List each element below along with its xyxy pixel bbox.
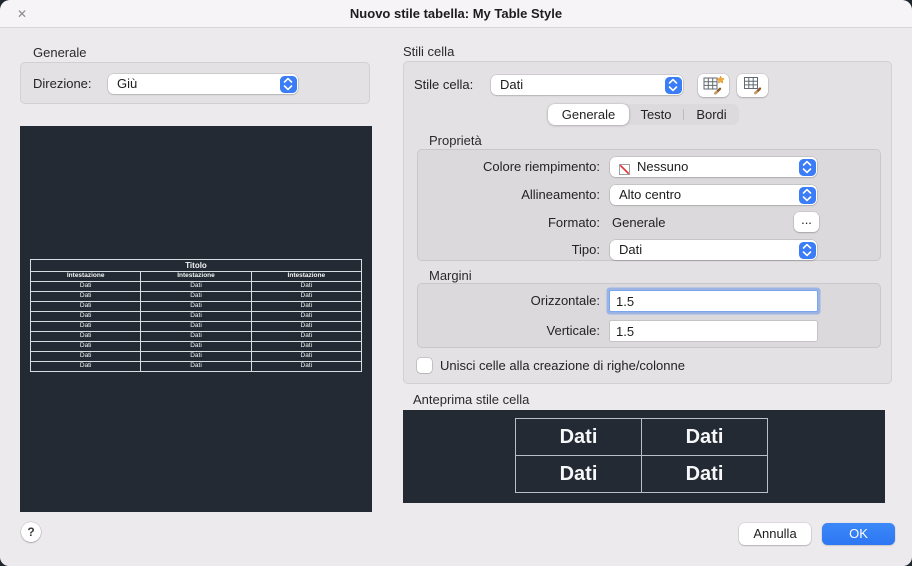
type-label: Tipo: (571, 242, 600, 257)
horizontal-margin-label: Orizzontale: (530, 293, 600, 308)
merge-cells-checkbox[interactable] (417, 358, 432, 373)
vertical-margin-label: Verticale: (546, 323, 600, 338)
preview-cell: Dati (250, 301, 363, 312)
dropdown-stepper-icon (664, 76, 682, 94)
fill-color-dropdown[interactable]: Nessuno (610, 157, 817, 177)
margins-group-box: Orizzontale: Verticale: (417, 283, 881, 348)
properties-group-box: Colore riempimento: Nessuno Allineamento… (417, 149, 881, 261)
preview-cell: Dati (29, 361, 142, 372)
cell-styles-group-box: Stile cella: Dati Generale Testo Bordi P… (403, 61, 892, 384)
preview-cell: Dati (250, 361, 363, 372)
preview-cell: Dati (29, 281, 142, 292)
preview-cell: Dati (641, 418, 768, 456)
dropdown-stepper-icon (798, 186, 816, 204)
cell-style-dropdown[interactable]: Dati (491, 75, 683, 95)
fill-color-label: Colore riempimento: (482, 159, 600, 174)
preview-cell: Dati (250, 341, 363, 352)
alignment-value: Alto centro (619, 187, 682, 202)
preview-cell: Dati (641, 455, 768, 493)
vertical-margin-input[interactable] (610, 321, 817, 341)
tab-testo[interactable]: Testo (629, 104, 683, 125)
manage-table-style-icon (743, 77, 761, 95)
preview-cell: Dati (29, 351, 142, 362)
alignment-label: Allineamento: (521, 187, 600, 202)
dropdown-stepper-icon (798, 158, 816, 176)
preview-cell: Dati (250, 321, 363, 332)
preview-cell: Dati (250, 331, 363, 342)
help-button[interactable]: ? (21, 522, 41, 542)
preview-cell: Dati (140, 311, 252, 322)
cell-style-label: Stile cella: (414, 77, 474, 92)
merge-cells-label: Unisci celle alla creazione di righe/col… (440, 358, 685, 373)
format-options-button[interactable]: ... (794, 212, 819, 232)
cancel-button[interactable]: Annulla (739, 523, 811, 545)
format-label: Formato: (547, 215, 600, 230)
manage-cell-styles-button[interactable] (737, 74, 768, 97)
tab-generale[interactable]: Generale (548, 104, 629, 125)
none-color-swatch-icon (619, 161, 630, 175)
title-bar: ✕ Nuovo stile tabella: My Table Style (0, 0, 912, 28)
table-style-preview: Titolo Intestazione Intestazione Intestazio… (20, 126, 372, 512)
preview-cell: Dati (140, 351, 252, 362)
preview-cell: Dati (29, 341, 142, 352)
preview-cell: Dati (250, 351, 363, 362)
dropdown-stepper-icon (279, 75, 297, 93)
direction-dropdown[interactable]: Giù (108, 74, 298, 94)
new-table-style-icon (703, 75, 725, 95)
new-cell-style-button[interactable] (698, 74, 729, 97)
preview-cell: Dati (29, 311, 142, 322)
cell-preview-label: Anteprima stile cella (413, 392, 530, 407)
type-value: Dati (619, 242, 643, 257)
preview-cell: Dati (515, 418, 642, 456)
preview-cell: Dati (140, 361, 252, 372)
preview-cell: Dati (29, 291, 142, 302)
dropdown-stepper-icon (798, 241, 816, 259)
margins-group-label: Margini (429, 268, 472, 283)
preview-cell: Dati (515, 455, 642, 493)
direction-label: Direzione: (33, 76, 92, 91)
tab-bordi[interactable]: Bordi (684, 104, 739, 125)
preview-cell: Dati (250, 311, 363, 322)
preview-cell: Dati (140, 281, 252, 292)
ok-button[interactable]: OK (822, 523, 895, 545)
preview-cell: Dati (29, 321, 142, 332)
preview-cell: Dati (140, 331, 252, 342)
preview-cell: Dati (140, 341, 252, 352)
cell-style-preview: Dati Dati Dati Dati (403, 410, 885, 503)
preview-cell: Dati (140, 301, 252, 312)
cell-style-value: Dati (500, 77, 524, 92)
cell-style-preview-table: Dati Dati Dati Dati (515, 418, 768, 493)
fill-color-value: Nessuno (637, 159, 689, 174)
preview-cell: Intestazione (29, 271, 142, 282)
type-dropdown[interactable]: Dati (610, 240, 817, 260)
preview-cell: Dati (140, 291, 252, 302)
preview-cell: Intestazione (250, 271, 363, 282)
new-table-style-dialog: ✕ Nuovo stile tabella: My Table Style Ge… (0, 0, 912, 566)
preview-cell: Titolo (30, 259, 362, 272)
preview-cell: Dati (250, 291, 363, 302)
general-group-label: Generale (33, 45, 87, 60)
preview-cell: Dati (140, 321, 252, 332)
properties-group-label: Proprietà (429, 133, 482, 148)
horizontal-margin-input[interactable] (610, 291, 817, 311)
preview-cell: Intestazione (140, 271, 252, 282)
cell-style-tabs: Generale Testo Bordi (548, 104, 739, 125)
cell-styles-group-label: Stili cella (403, 44, 455, 59)
direction-value: Giù (117, 76, 138, 91)
format-value: Generale (612, 215, 666, 230)
general-group-box: Direzione: Giù (20, 62, 370, 104)
preview-cell: Dati (29, 301, 142, 312)
table-style-preview-table: Titolo Intestazione Intestazione Intestazio… (29, 259, 363, 372)
dialog-title: Nuovo stile tabella: My Table Style (349, 6, 563, 21)
preview-cell: Dati (29, 331, 142, 342)
alignment-dropdown[interactable]: Alto centro (610, 185, 817, 205)
preview-cell: Dati (250, 281, 363, 292)
